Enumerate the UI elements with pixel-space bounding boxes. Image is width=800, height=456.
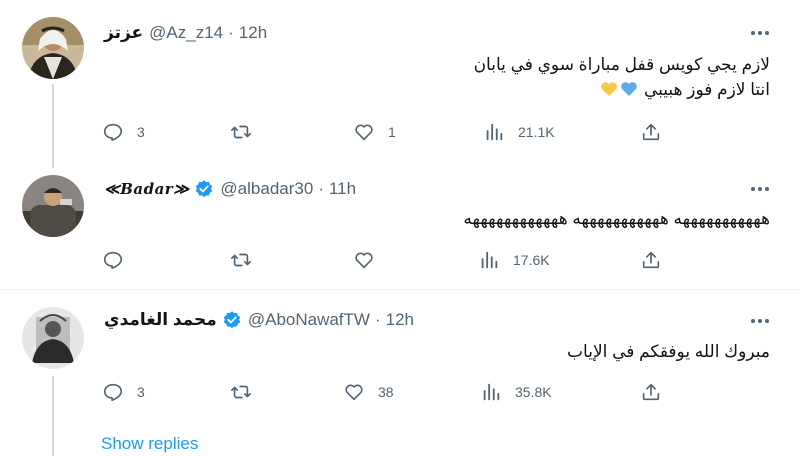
like-count: 1 bbox=[388, 124, 396, 140]
thread-line bbox=[52, 84, 54, 168]
tweet-actions: 17.6K bbox=[100, 249, 680, 273]
like-button[interactable]: 38 bbox=[343, 381, 394, 403]
views-button[interactable]: 21.1K bbox=[483, 121, 555, 143]
avatar[interactable] bbox=[22, 307, 84, 369]
reply-count: 3 bbox=[137, 384, 145, 400]
share-icon bbox=[642, 123, 660, 141]
handle[interactable]: @AboNawafTW bbox=[248, 310, 370, 330]
view-count: 21.1K bbox=[518, 124, 555, 140]
reply-button[interactable]: 3 bbox=[102, 121, 145, 143]
share-button[interactable] bbox=[640, 121, 662, 143]
like-button[interactable] bbox=[353, 249, 388, 271]
views-icon bbox=[483, 383, 500, 401]
more-options-icon[interactable] bbox=[748, 309, 772, 333]
avatar[interactable] bbox=[22, 175, 84, 237]
heart-icon bbox=[355, 252, 373, 269]
tweet-actions: 3 1 21.1K bbox=[100, 121, 680, 145]
display-name[interactable]: عزتز bbox=[104, 23, 143, 43]
views-icon bbox=[481, 251, 498, 269]
handle[interactable]: @albadar30 bbox=[220, 179, 313, 199]
reply-count: 3 bbox=[137, 124, 145, 140]
tweet-header: ≪Badar≫ @albadar30 · 11h bbox=[104, 178, 356, 200]
tweet-header: محمد الغامدي @AboNawafTW · 12h bbox=[104, 309, 414, 331]
avatar[interactable] bbox=[22, 17, 84, 79]
tweet-header: عزتز @Az_z14 · 12h bbox=[104, 22, 267, 44]
reply-button[interactable]: 3 bbox=[102, 381, 145, 403]
tweet-actions: 3 38 35.8K bbox=[100, 381, 680, 405]
timestamp[interactable]: 12h bbox=[386, 310, 414, 330]
blue-heart-icon bbox=[620, 80, 638, 96]
heart-icon bbox=[345, 384, 363, 401]
reply-icon bbox=[103, 123, 123, 142]
reply-button[interactable] bbox=[102, 249, 137, 271]
display-name[interactable]: محمد الغامدي bbox=[104, 310, 217, 330]
reply-icon bbox=[103, 383, 123, 402]
thread-line bbox=[52, 376, 54, 456]
share-button[interactable] bbox=[640, 249, 662, 271]
retweet-button[interactable] bbox=[230, 249, 265, 271]
retweet-button[interactable] bbox=[230, 381, 265, 403]
display-name[interactable]: ≪Badar≫ bbox=[104, 180, 189, 198]
tweet-text-line-2: انتا لازم فوز هبيبي bbox=[599, 78, 770, 102]
more-options-icon[interactable] bbox=[748, 177, 772, 201]
separator-dot: · bbox=[318, 179, 324, 198]
tweet-1[interactable]: عزتز @Az_z14 · 12h لازم يجي كويس قفل مبا… bbox=[0, 0, 800, 168]
separator-dot: · bbox=[228, 23, 234, 42]
retweet-icon bbox=[231, 253, 251, 267]
tweet-2[interactable]: ≪Badar≫ @albadar30 · 11h هههههههههههه هه… bbox=[0, 165, 800, 285]
tweet-text: مبروك الله يوفقكم في الإياب bbox=[567, 342, 770, 361]
share-icon bbox=[642, 383, 660, 401]
tweet-text-line-1: لازم يجي كويس قفل مباراة سوي في يابان bbox=[473, 55, 770, 74]
timestamp[interactable]: 12h bbox=[239, 23, 267, 43]
view-count: 35.8K bbox=[515, 384, 552, 400]
views-button[interactable]: 17.6K bbox=[478, 249, 550, 271]
retweet-button[interactable] bbox=[230, 121, 265, 143]
retweet-icon bbox=[231, 385, 251, 399]
heart-icon bbox=[355, 124, 373, 141]
share-button[interactable] bbox=[640, 381, 662, 403]
tweet-3[interactable]: محمد الغامدي @AboNawafTW · 12h مبروك الل… bbox=[0, 290, 800, 456]
handle[interactable]: @Az_z14 bbox=[149, 23, 223, 43]
separator-dot: · bbox=[374, 310, 381, 329]
share-icon bbox=[642, 251, 660, 269]
views-button[interactable]: 35.8K bbox=[480, 381, 552, 403]
retweet-icon bbox=[231, 125, 251, 139]
verified-badge-icon[interactable] bbox=[194, 179, 214, 199]
verified-badge-icon[interactable] bbox=[222, 310, 242, 330]
reply-icon bbox=[103, 251, 123, 270]
views-icon bbox=[486, 123, 503, 141]
timestamp[interactable]: 11h bbox=[329, 179, 356, 199]
show-replies-link[interactable]: Show replies bbox=[101, 434, 198, 454]
yellow-heart-icon bbox=[600, 80, 618, 96]
more-options-icon[interactable] bbox=[748, 21, 772, 45]
like-count: 38 bbox=[378, 384, 394, 400]
view-count: 17.6K bbox=[513, 252, 550, 268]
like-button[interactable]: 1 bbox=[353, 121, 396, 143]
tweet-text: انتا لازم فوز هبيبي bbox=[643, 80, 770, 99]
tweet-text: هههههههههههه هههههههههههه ههههههههههههه bbox=[463, 209, 770, 228]
